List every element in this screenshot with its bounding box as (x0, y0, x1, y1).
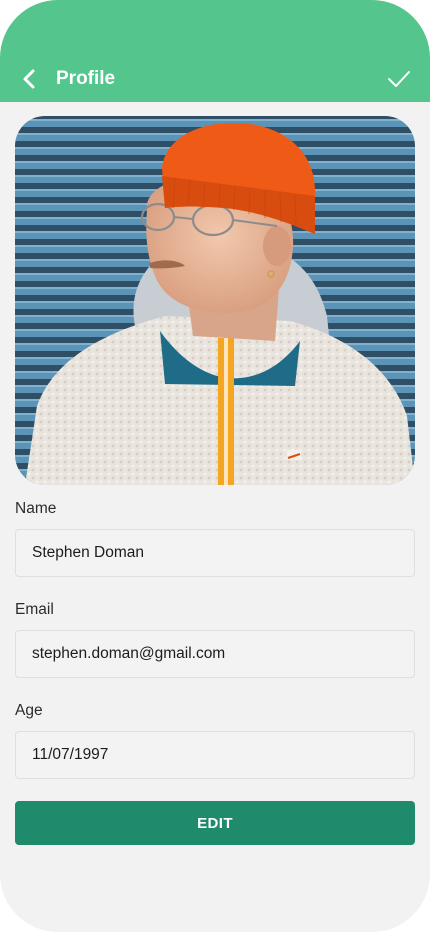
email-field[interactable] (15, 630, 415, 678)
email-label: Email (15, 601, 54, 618)
age-label: Age (15, 702, 43, 719)
checkmark-icon (388, 71, 410, 87)
phone-screen: Profile Name Stephen Doman Email stephen… (0, 0, 430, 932)
app-header: Profile (0, 0, 430, 102)
back-button[interactable] (14, 62, 44, 96)
edit-button[interactable]: EDIT (15, 801, 415, 845)
profile-form: Name Email Age (15, 498, 415, 801)
page-title: Profile (56, 68, 116, 89)
name-field[interactable] (15, 529, 415, 577)
age-field[interactable] (15, 731, 415, 779)
profile-photo-illustration (15, 116, 415, 485)
chevron-left-icon (23, 69, 35, 89)
name-label: Name (15, 500, 57, 517)
profile-photo (15, 116, 415, 485)
confirm-button[interactable] (384, 62, 414, 96)
